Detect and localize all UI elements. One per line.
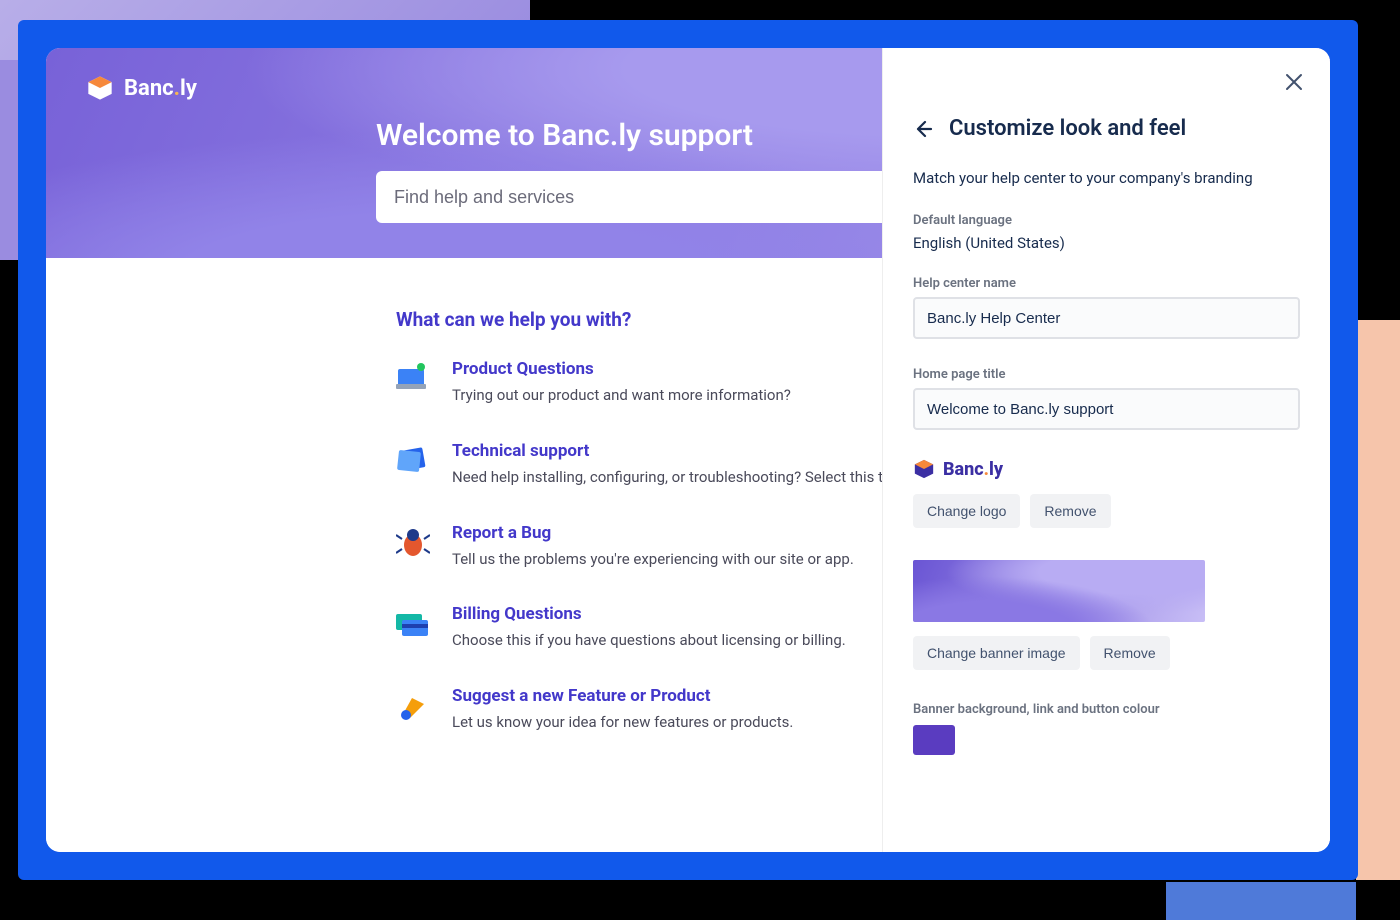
- default-language-label: Default language: [913, 213, 1300, 228]
- banner-color-label: Banner background, link and button colou…: [913, 702, 1300, 717]
- panel-subtitle: Match your help center to your company's…: [913, 169, 1300, 187]
- monitor-icon: [396, 361, 430, 395]
- brand-name: Banc.ly: [124, 76, 197, 101]
- search-input[interactable]: [376, 171, 936, 223]
- folder-icon: [396, 443, 430, 477]
- customize-panel: Customize look and feel Match your help …: [882, 48, 1330, 852]
- topic-title[interactable]: Technical support: [452, 441, 901, 461]
- logo-preview-text: Banc.ly: [943, 459, 1003, 480]
- topic-title[interactable]: Billing Questions: [452, 604, 846, 624]
- bug-icon: [396, 525, 430, 559]
- remove-logo-button[interactable]: Remove: [1030, 494, 1110, 528]
- topic-desc: Let us know your idea for new features o…: [452, 712, 793, 734]
- change-logo-button[interactable]: Change logo: [913, 494, 1020, 528]
- topic-title[interactable]: Report a Bug: [452, 523, 854, 543]
- help-center-name-input[interactable]: [913, 297, 1300, 339]
- topic-title[interactable]: Suggest a new Feature or Product: [452, 686, 793, 706]
- topic-desc: Trying out our product and want more inf…: [452, 385, 791, 407]
- brand-logo-icon: [86, 74, 114, 102]
- back-button[interactable]: [913, 119, 933, 139]
- remove-banner-button[interactable]: Remove: [1090, 636, 1170, 670]
- default-language-value: English (United States): [913, 234, 1300, 252]
- home-page-title-label: Home page title: [913, 367, 1300, 382]
- topic-desc: Tell us the problems you're experiencing…: [452, 549, 854, 571]
- panel-title: Customize look and feel: [949, 116, 1186, 141]
- credit-card-icon: [396, 606, 430, 640]
- close-button[interactable]: [1280, 68, 1308, 96]
- topic-desc: Choose this if you have questions about …: [452, 630, 846, 652]
- topic-desc: Need help installing, configuring, or tr…: [452, 467, 901, 489]
- banner-color-swatch[interactable]: [913, 725, 955, 755]
- change-banner-button[interactable]: Change banner image: [913, 636, 1080, 670]
- help-center-preview: Banc.ly Welcome to Banc.ly support What …: [46, 48, 1330, 852]
- topic-title[interactable]: Product Questions: [452, 359, 791, 379]
- home-page-title-input[interactable]: [913, 388, 1300, 430]
- help-center-name-label: Help center name: [913, 276, 1300, 291]
- brand-logo-icon: [913, 458, 935, 480]
- app-frame: Banc.ly Welcome to Banc.ly support What …: [18, 20, 1358, 880]
- banner-preview: [913, 560, 1205, 622]
- close-icon: [1285, 73, 1303, 91]
- arrow-left-icon: [913, 119, 933, 139]
- megaphone-icon: [396, 688, 430, 722]
- logo-preview: Banc.ly: [913, 458, 1300, 480]
